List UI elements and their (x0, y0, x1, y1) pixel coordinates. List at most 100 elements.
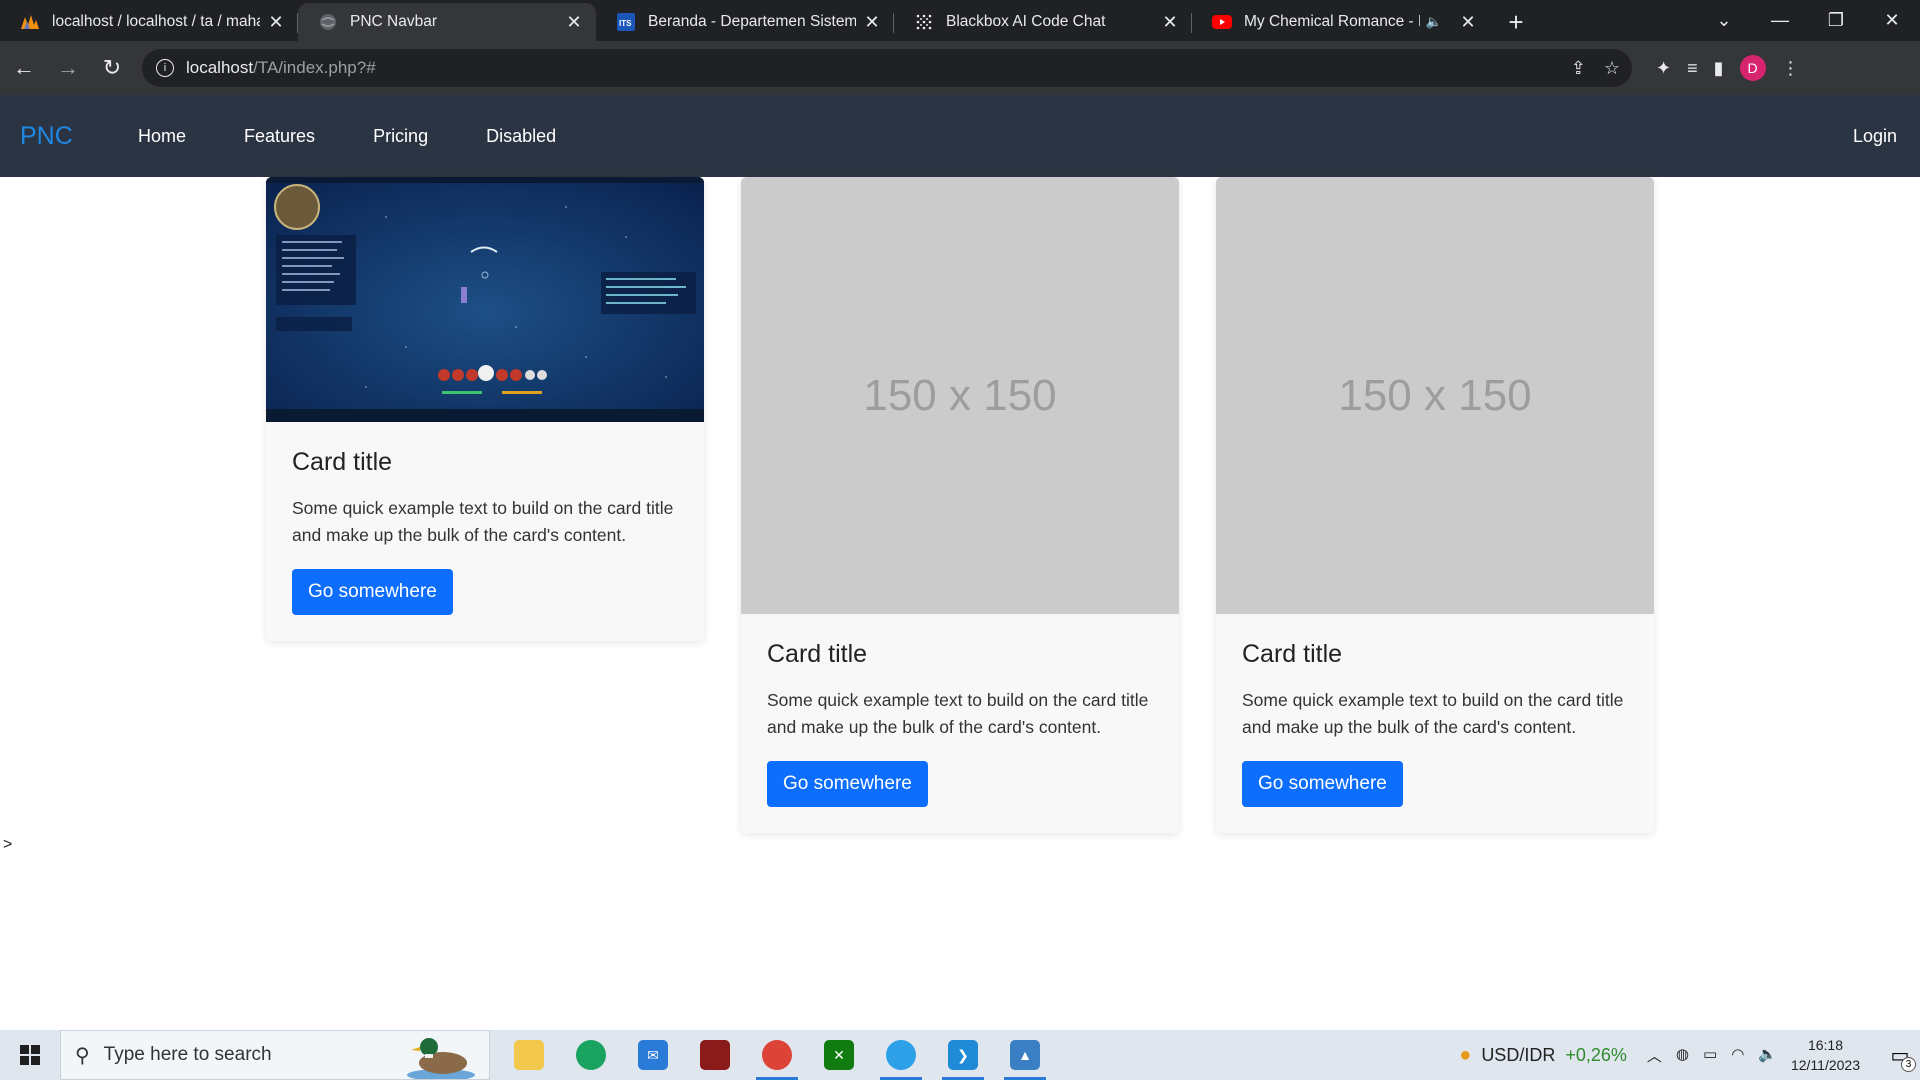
currency-change: +0,26% (1565, 1044, 1627, 1065)
card-image-placeholder: 150 x 150 (1216, 177, 1654, 614)
address-path: /TA/index.php?# (253, 58, 376, 77)
go-somewhere-button[interactable]: Go somewhere (1242, 761, 1403, 807)
photos-icon[interactable]: ▲ (994, 1030, 1056, 1080)
tab-title: PNC Navbar (350, 13, 437, 30)
nav-link-home[interactable]: Home (138, 126, 186, 147)
card-title: Card title (292, 448, 393, 476)
side-panel-icon[interactable]: ▮ (1714, 58, 1724, 79)
tab-youtube[interactable]: My Chemical Romance - Dis 🔈 ✕ (1192, 3, 1490, 41)
browser-toolbar: ← → ↻ i localhost/TA/index.php?# ⇪ ☆ ✦ ≡… (0, 41, 1920, 95)
nav-link-disabled[interactable]: Disabled (486, 126, 556, 147)
show-hidden-icons-icon[interactable]: ︿ (1647, 1045, 1662, 1066)
search-icon: ⚲ (75, 1044, 90, 1067)
chrome-icon[interactable] (746, 1030, 808, 1080)
address-host: localhost (186, 58, 254, 77)
currency-coin-icon: ● (1459, 1043, 1472, 1066)
profile-avatar[interactable]: D (1739, 55, 1766, 81)
close-tab-icon[interactable]: ✕ (1458, 12, 1478, 32)
windows-taskbar: ⚲ Type here to search ✉ ✕ ❯ ▲ ● USD/IDR … (0, 1029, 1920, 1081)
card-3: 150 x 150 Card title Some quick example … (1216, 177, 1654, 833)
tab-title: localhost / localhost / ta / mahas (52, 13, 260, 30)
clock[interactable]: 16:18 12/11/2023 (1791, 1035, 1860, 1075)
notification-center-icon[interactable]: ▭ 3 (1880, 1030, 1920, 1080)
share-icon[interactable]: ⇪ (1571, 58, 1586, 79)
tab-pnc-navbar[interactable]: PNC Navbar ✕ (298, 3, 596, 41)
go-somewhere-button[interactable]: Go somewhere (767, 761, 928, 807)
tab-title: Blackbox AI Code Chat (946, 13, 1106, 30)
tab-strip: localhost / localhost / ta / mahas ✕ PNC… (0, 0, 1920, 41)
menu-kebab-icon[interactable]: ⋮ (1782, 58, 1800, 79)
edge-browser-icon[interactable] (560, 1030, 622, 1080)
taskbar-apps: ✉ ✕ ❯ ▲ (498, 1030, 1056, 1080)
navbar-links: Home Features Pricing Disabled (138, 126, 614, 147)
card-text: Some quick example text to build on the … (767, 690, 1149, 737)
navbar-brand[interactable]: PNC (20, 122, 120, 151)
meet-icon[interactable]: ◍ (1676, 1045, 1689, 1066)
close-tab-icon[interactable]: ✕ (862, 12, 882, 32)
tab-phpmyadmin[interactable]: localhost / localhost / ta / mahas ✕ (0, 3, 298, 41)
card-1: Card title Some quick example text to bu… (266, 177, 704, 641)
mail-icon[interactable]: ✉ (622, 1030, 684, 1080)
search-placeholder: Type here to search (103, 1044, 272, 1065)
nav-link-features[interactable]: Features (244, 126, 315, 147)
taskbar-search-box[interactable]: ⚲ Type here to search (60, 1029, 490, 1081)
card-body: Card title Some quick example text to bu… (1216, 614, 1654, 833)
close-tab-icon[interactable]: ✕ (564, 12, 584, 32)
site-info-icon[interactable]: i (156, 59, 174, 77)
reload-icon[interactable]: ↻ (92, 48, 132, 88)
currency-widget[interactable]: ● USD/IDR +0,26% (1459, 1044, 1627, 1067)
tab-its[interactable]: ITS Beranda - Departemen Sistem In ✕ (596, 3, 894, 41)
edge-dev-icon[interactable] (870, 1030, 932, 1080)
its-icon: ITS (616, 12, 636, 32)
duck-illustration-icon (401, 1029, 481, 1081)
svg-text:ITS: ITS (619, 19, 632, 28)
audio-playing-icon[interactable]: 🔈 (1426, 14, 1442, 30)
new-tab-button[interactable]: + (1496, 3, 1536, 41)
youtube-icon (1212, 12, 1232, 32)
notification-count: 3 (1901, 1057, 1916, 1072)
forward-icon[interactable]: → (48, 48, 88, 88)
go-somewhere-button[interactable]: Go somewhere (292, 569, 453, 615)
system-tray: ● USD/IDR +0,26% ︿ ◍ ▭ ◠ 🔈 16:18 12/11/2… (1459, 1030, 1920, 1080)
card-image-game-screenshot (266, 177, 704, 422)
close-window-icon[interactable]: ✕ (1864, 0, 1920, 41)
media-control-icon[interactable]: ≡ (1687, 58, 1698, 79)
card-text: Some quick example text to build on the … (292, 498, 674, 545)
card-image-placeholder: 150 x 150 (741, 177, 1179, 614)
tab-search-icon[interactable]: ⌄ (1696, 0, 1752, 41)
currency-label: USD/IDR (1481, 1044, 1556, 1065)
xbox-icon[interactable]: ✕ (808, 1030, 870, 1080)
tray-icons: ︿ ◍ ▭ ◠ 🔈 (1647, 1045, 1777, 1066)
wifi-icon[interactable]: ◠ (1731, 1045, 1744, 1066)
restore-icon[interactable]: ❐ (1808, 0, 1864, 41)
back-icon[interactable]: ← (4, 48, 44, 88)
tab-blackbox[interactable]: Blackbox AI Code Chat ✕ (894, 3, 1192, 41)
game-app-icon[interactable] (684, 1030, 746, 1080)
address-bar[interactable]: i localhost/TA/index.php?# ⇪ ☆ (142, 49, 1632, 87)
clock-time: 16:18 (1807, 1037, 1843, 1053)
close-tab-icon[interactable]: ✕ (266, 12, 286, 32)
tab-title: Beranda - Departemen Sistem In (648, 13, 856, 30)
card-title: Card title (767, 640, 868, 668)
phpmyadmin-icon (20, 12, 40, 32)
card-body: Card title Some quick example text to bu… (741, 614, 1179, 833)
close-tab-icon[interactable]: ✕ (1160, 12, 1180, 32)
minimize-icon[interactable]: — (1752, 0, 1808, 41)
battery-icon[interactable]: ▭ (1703, 1045, 1717, 1066)
extensions-icon[interactable]: ✦ (1656, 58, 1671, 79)
vscode-icon[interactable]: ❯ (932, 1030, 994, 1080)
card-2: 150 x 150 Card title Some quick example … (741, 177, 1179, 833)
globe-icon (318, 12, 338, 32)
nav-link-pricing[interactable]: Pricing (373, 126, 428, 147)
windows-start-icon[interactable] (0, 1030, 60, 1080)
login-link[interactable]: Login (1853, 126, 1897, 147)
card-text: Some quick example text to build on the … (1242, 690, 1624, 737)
window-controls: ⌄ — ❐ ✕ (1696, 0, 1920, 41)
volume-icon[interactable]: 🔈 (1758, 1045, 1777, 1066)
bookmark-star-icon[interactable]: ☆ (1604, 58, 1620, 79)
card-body: Card title Some quick example text to bu… (266, 422, 704, 641)
stray-text: > (3, 836, 13, 853)
file-explorer-icon[interactable] (498, 1030, 560, 1080)
blackbox-icon (914, 12, 934, 32)
card-title: Card title (1242, 640, 1343, 668)
